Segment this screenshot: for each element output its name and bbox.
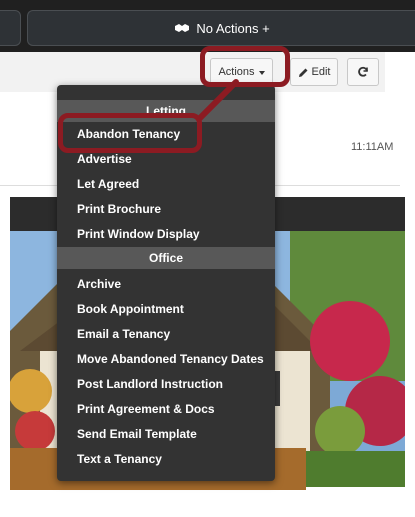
- menu-item-move-abandoned-tenancy-dates[interactable]: Move Abandoned Tenancy Dates: [77, 352, 264, 366]
- menu-item-send-email-template[interactable]: Send Email Template: [77, 427, 197, 441]
- edit-button[interactable]: Edit: [290, 58, 338, 86]
- menu-item-advertise[interactable]: Advertise: [77, 152, 132, 166]
- annotation-highlight-abandon-tenancy: [58, 113, 202, 153]
- handshake-icon: [175, 24, 190, 32]
- timestamp: 11:11AM: [351, 141, 394, 153]
- menu-item-let-agreed[interactable]: Let Agreed: [77, 177, 139, 191]
- menu-item-text-a-tenancy[interactable]: Text a Tenancy: [77, 452, 162, 466]
- menu-item-print-window-display[interactable]: Print Window Display: [77, 227, 200, 241]
- edit-label: Edit: [311, 66, 331, 78]
- refresh-button[interactable]: [347, 58, 379, 86]
- top-bar: No Actions +: [0, 0, 415, 52]
- refresh-icon: [358, 66, 368, 77]
- left-tab-button[interactable]: [0, 10, 21, 46]
- pencil-icon: [298, 68, 308, 77]
- menu-item-post-landlord-instruction[interactable]: Post Landlord Instruction: [77, 377, 223, 391]
- menu-item-book-appointment[interactable]: Book Appointment: [77, 302, 184, 316]
- annotation-highlight-actions: [200, 46, 290, 87]
- menu-group-office: Office: [57, 247, 275, 269]
- no-actions-label: No Actions +: [196, 20, 270, 36]
- menu-item-print-agreement-docs[interactable]: Print Agreement & Docs: [77, 402, 215, 416]
- menu-item-archive[interactable]: Archive: [77, 277, 121, 291]
- toolbar-gap: [385, 52, 415, 92]
- no-actions-button[interactable]: No Actions +: [27, 10, 415, 46]
- menu-item-email-a-tenancy[interactable]: Email a Tenancy: [77, 327, 170, 341]
- menu-item-print-brochure[interactable]: Print Brochure: [77, 202, 161, 216]
